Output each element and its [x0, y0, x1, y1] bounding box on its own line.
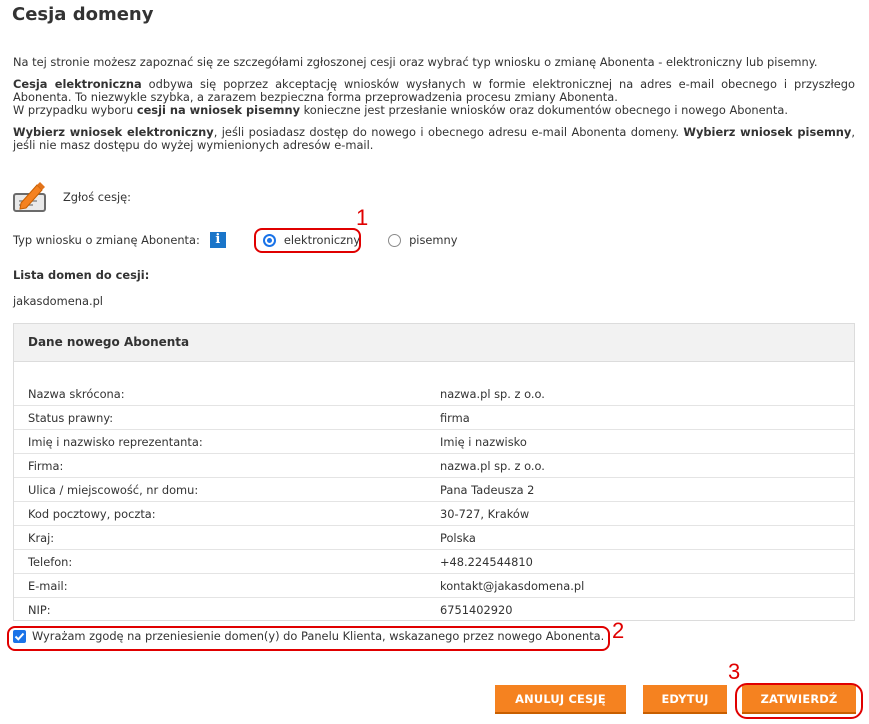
- table-row: Kod pocztowy, poczta: 30-727, Kraków: [14, 502, 854, 526]
- request-type-label: Typ wniosku o zmianę Abonenta:: [13, 233, 200, 247]
- table-row: Kraj: Polska: [14, 526, 854, 550]
- annotation-highlight-1: [254, 228, 361, 253]
- table-row: Nazwa skrócona: nazwa.pl sp. z o.o.: [14, 382, 854, 406]
- intro-bold: Cesja elektroniczna: [13, 77, 142, 91]
- annotation-number-3: 3: [728, 659, 741, 684]
- cession-header: Zgłoś cesję:: [13, 181, 131, 213]
- edit-button[interactable]: EDYTUJ: [643, 685, 727, 714]
- radio-label-written[interactable]: pisemny: [409, 233, 457, 247]
- annotation-highlight-2: [7, 626, 610, 651]
- new-holder-title: Dane nowego Abonenta: [14, 324, 854, 362]
- table-row: E-mail: kontakt@jakasdomena.pl: [14, 574, 854, 598]
- intro-paragraph-1: Na tej stronie możesz zapoznać się ze sz…: [13, 55, 818, 69]
- info-icon[interactable]: i: [209, 232, 226, 248]
- radio-option-written[interactable]: pisemny: [388, 233, 457, 247]
- table-row: Telefon: +48.224544810: [14, 550, 854, 574]
- domain-list-title: Lista domen do cesji:: [13, 268, 150, 282]
- annotation-number-1: 1: [356, 205, 369, 230]
- cancel-cession-button[interactable]: ANULUJ CESJĘ: [495, 685, 626, 714]
- page-title: Cesja domeny: [12, 4, 154, 25]
- domain-item: jakasdomena.pl: [13, 294, 103, 308]
- new-holder-table: Nazwa skrócona: nazwa.pl sp. z o.o. Statu…: [14, 382, 854, 621]
- table-row: Firma: nazwa.pl sp. z o.o.: [14, 454, 854, 478]
- annotation-highlight-3: [735, 683, 863, 719]
- cession-label: Zgłoś cesję:: [63, 190, 132, 204]
- intro-paragraph-2: Cesja elektroniczna odbywa się poprzez a…: [13, 77, 855, 117]
- table-row: Imię i nazwisko reprezentanta: Imię i naz…: [14, 430, 854, 454]
- intro-paragraph-3: Wybierz wniosek elektroniczny, jeśli pos…: [13, 125, 855, 152]
- new-holder-panel: Dane nowego Abonenta Nazwa skrócona: nazw…: [13, 323, 855, 621]
- table-row: NIP: 6751402920: [28, 602, 513, 617]
- radio-button-written[interactable]: [388, 233, 402, 247]
- intro-text: Na tej stronie możesz zapoznać się ze sz…: [13, 56, 855, 161]
- table-row: Ulica / miejscowość, nr domu: Pana Tadeus…: [14, 478, 854, 502]
- request-type-row: Typ wniosku o zmianę Abonenta: i elektro…: [13, 231, 457, 249]
- table-row: Status prawny: firma: [14, 406, 854, 430]
- edit-document-icon: [13, 181, 47, 213]
- annotation-number-2: 2: [612, 618, 625, 643]
